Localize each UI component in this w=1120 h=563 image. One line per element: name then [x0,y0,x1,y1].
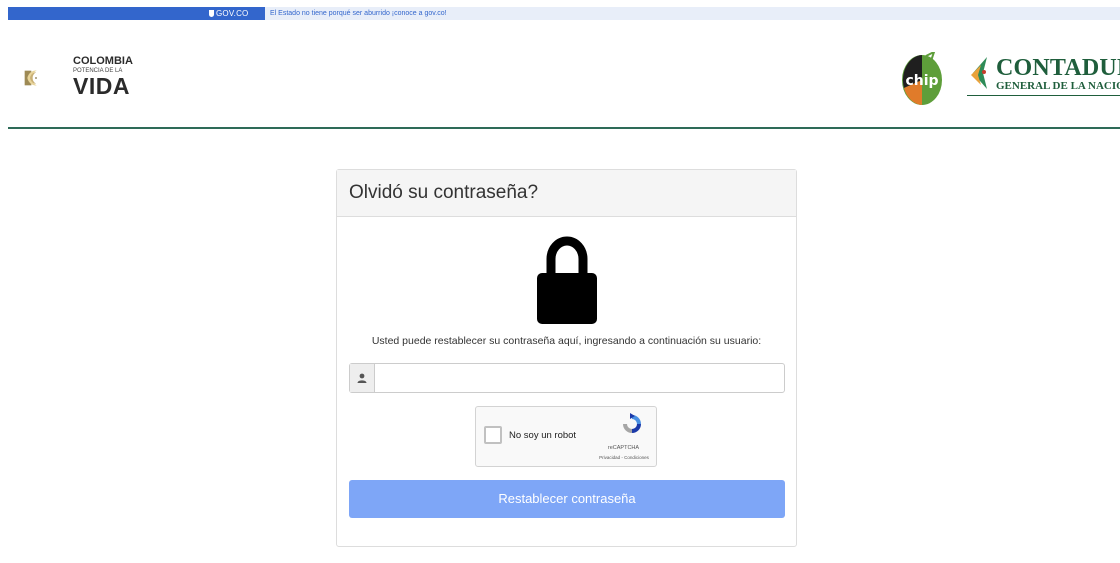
forgot-password-panel: Olvidó su contraseña? Usted puede restab… [336,169,797,547]
recaptcha-checkbox[interactable] [484,426,502,444]
contaduria-logo: CONTADURÍA GENERAL DE LA NACIÓN [967,55,1120,101]
contaduria-underline [967,95,1120,96]
gov-co-logo-text: GOV.CO [216,9,249,18]
help-text: Usted puede restablecer su contraseña aq… [371,335,762,347]
chip-logo-text: chip [905,73,938,89]
contaduria-emblem-icon [971,57,987,89]
recaptcha-brand: reCAPTCHA [607,445,640,451]
username-addon [350,364,375,392]
recaptcha-logo-icon [623,413,641,433]
site-header [8,20,1120,128]
reset-password-button[interactable]: Restablecer contraseña [349,480,785,518]
user-icon [357,373,367,383]
gov-bar: GOV.CO El Estado no tiene porqué ser abu… [8,7,1120,20]
header-divider [8,127,1120,129]
contaduria-subtitle: GENERAL DE LA NACIÓN [996,80,1120,92]
username-input[interactable] [376,364,784,392]
colombia-potencia-de-la-vida-logo [24,70,37,86]
shield-icon [209,10,214,17]
recaptcha-label: No soy un robot [509,430,577,441]
lock-icon [537,236,597,324]
colombia-logo-text: COLOMBIA POTENCIA DE LA VIDA [73,55,133,99]
recaptcha-widget: No soy un robot reCAPTCHA Privacidad - C… [475,406,657,467]
username-input-group [349,363,785,393]
colombia-logo-line3: VIDA [73,73,130,99]
panel-heading: Olvidó su contraseña? [337,170,796,217]
page: GOV.CO El Estado no tiene porqué ser abu… [0,0,1120,563]
recaptcha-privacy-links[interactable]: Privacidad - Condiciones [592,455,656,460]
gov-bar-message[interactable]: El Estado no tiene porqué ser aburrido ¡… [270,7,447,20]
colombia-logo-line1: COLOMBIA [73,55,133,67]
gov-co-link[interactable]: GOV.CO [209,7,248,20]
page-title: Olvidó su contraseña? [349,182,539,203]
contaduria-title: CONTADURÍA [996,55,1120,81]
chip-logo: chip [902,52,942,105]
